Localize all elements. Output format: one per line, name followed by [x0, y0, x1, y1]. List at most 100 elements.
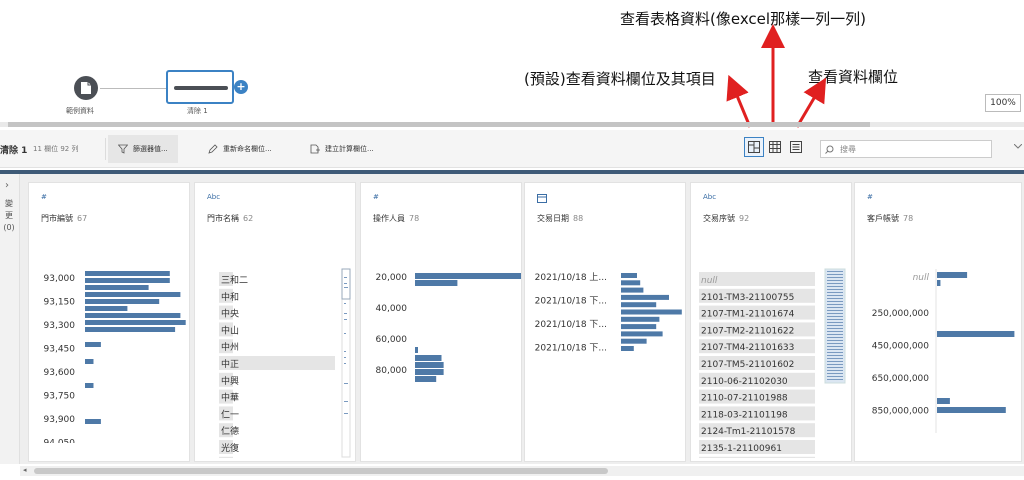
mini-scroll-tick: [827, 292, 843, 293]
histogram-bar: [621, 346, 634, 351]
number-type-icon: #: [41, 193, 47, 201]
histogram-bar: [415, 355, 442, 361]
mini-scroll-tick: [827, 295, 843, 296]
profile-view-icon: [748, 141, 760, 153]
mini-scroll-tick: [344, 363, 346, 364]
mini-scroll-tick: [827, 352, 843, 353]
tick-label: 93,900: [44, 415, 76, 425]
field-count: 92: [739, 214, 750, 223]
mini-scroll-tick: [827, 376, 843, 377]
histogram-bar: [85, 327, 176, 332]
scroll-left-icon[interactable]: ◂: [23, 466, 27, 474]
histogram: null 250,000,000 450,000,000 650,000,000 850…: [872, 269, 1015, 433]
step-name: 清除 1: [0, 146, 28, 156]
chevron-down-icon[interactable]: [1014, 144, 1022, 150]
create-calc-field-button[interactable]: 建立計算欄位...: [300, 135, 384, 163]
value-label: 2110-06-21102030: [701, 377, 788, 387]
mini-scroll-tick: [344, 287, 348, 288]
profile-card-trade-serial[interactable]: Abc 交易序號 92 null 2101-TM3-21100755 2107-TM1…: [690, 182, 852, 462]
rename-field-button[interactable]: 重新命名欄位...: [198, 135, 282, 163]
profile-card-trade-date[interactable]: 交易日期 88 2021/10/18 上... 2021/10/18 下... 202…: [524, 182, 686, 462]
histogram-bar: [621, 287, 644, 293]
field-name: 門市名稱: [207, 214, 239, 223]
histogram-bar: [85, 278, 170, 283]
mini-scroll-tick: [827, 367, 843, 368]
histogram-bar: [85, 320, 186, 325]
mini-scroll-tick: [827, 286, 843, 287]
tick-label: 94,050: [44, 439, 76, 444]
profile-scrollbar[interactable]: ◂: [20, 466, 1024, 476]
histogram-bar: [85, 271, 170, 276]
value-label: 仁德: [221, 425, 239, 437]
search-input[interactable]: 搜尋: [820, 140, 992, 158]
mini-scroll-tick: [344, 357, 346, 358]
tick-label: 93,300: [44, 321, 76, 331]
value-label: 中和: [221, 291, 239, 303]
value-label: 中州: [221, 341, 239, 353]
mini-scroll-tick: [827, 301, 843, 302]
value-label: 中興: [221, 375, 239, 387]
tick-label: 250,000,000: [872, 309, 930, 319]
histogram-bar: [415, 376, 437, 382]
mini-scroll-tick: [827, 343, 843, 344]
mini-scroll-tick: [827, 319, 843, 320]
string-type-icon: Abc: [207, 193, 221, 201]
histogram-bar: [621, 309, 682, 315]
mini-scroll-tick: [827, 337, 843, 338]
chevron-right-icon[interactable]: ›: [5, 180, 9, 191]
value-label: 2124-Tm1-21101578: [701, 427, 796, 437]
histogram-bar: [621, 338, 647, 344]
mini-scroll-tick: [827, 271, 843, 272]
mini-scroll-tick: [827, 310, 843, 311]
edit-icon: [208, 144, 218, 154]
flow-scrollbar[interactable]: [0, 122, 1024, 127]
mini-scroll-tick: [344, 303, 346, 304]
number-type-icon: #: [373, 193, 379, 201]
field-name: 交易日期: [537, 214, 569, 223]
value-label: 中正: [221, 358, 239, 370]
mini-scroll-tick: [344, 313, 347, 314]
mini-scroll-tick: [344, 283, 347, 284]
profile-card-customer-account[interactable]: # 客戶帳號 78 null 250,000,000 450,000,000 650,0…: [854, 182, 1022, 462]
tick-label: 60,000: [376, 335, 408, 345]
table-view-button[interactable]: [765, 137, 785, 157]
value-list: 三和二中和中央中山中州中正中興中華仁一仁德光復光明: [219, 268, 351, 458]
changes-rail[interactable]: › 變更(0): [0, 174, 20, 464]
prep-window: 範例資料 清除 1 + 100% 查看表格資料(像excel那樣一列一列) (預…: [0, 0, 1024, 480]
profile-card-operator[interactable]: # 操作人員 78 20,000 40,000 60,000 80,000: [360, 182, 522, 462]
histogram-bar: [621, 273, 637, 278]
tick-label: 80,000: [376, 366, 408, 376]
value-label: 2110-07-21101988: [701, 394, 788, 404]
histogram-bar: [937, 331, 1015, 337]
mini-scroll-tick: [827, 298, 843, 299]
value-label: 2101-TM3-21100755: [701, 293, 794, 303]
tick-label: 93,000: [44, 274, 76, 284]
mini-scroll-tick: [827, 364, 843, 365]
tick-label: 650,000,000: [872, 374, 930, 384]
mini-scroll-tick: [827, 313, 843, 314]
value-label: 2107-TM1-21101674: [701, 310, 795, 320]
value-label: 2118-03-21101198: [701, 410, 788, 420]
profile-card-store-name[interactable]: Abc 門市名稱62 三和二中和中央中山中州中正中興中華仁一仁德光復光明: [194, 182, 356, 462]
field-name: 操作人員: [373, 214, 405, 223]
mini-scroll-tick: [344, 333, 346, 334]
mini-scroll-tick: [827, 340, 843, 341]
histogram-bar: [937, 272, 968, 278]
filter-values-button[interactable]: 篩選器值...: [108, 135, 178, 163]
histogram-bar: [415, 347, 418, 353]
tick-label: 93,600: [44, 368, 76, 378]
profile-view-button[interactable]: [744, 137, 764, 157]
mini-scroll-tick: [827, 274, 843, 275]
histogram-bar: [85, 299, 160, 304]
histogram-bar: [85, 285, 149, 290]
list-view-button[interactable]: [786, 137, 806, 157]
profile-card-store-id[interactable]: # 門市編號 67 93,000 93,150 93,300 93,450 93,600 9…: [28, 182, 190, 462]
field-name: 交易序號: [703, 214, 735, 223]
mini-scroll-tick: [827, 370, 843, 371]
tick-label: 450,000,000: [872, 342, 930, 352]
tick-label: 20,000: [376, 273, 408, 283]
number-type-icon: #: [867, 193, 873, 201]
histogram-bar: [621, 331, 663, 337]
histogram-bar: [415, 369, 444, 375]
value-label: 2107-TM2-21101622: [701, 326, 794, 336]
